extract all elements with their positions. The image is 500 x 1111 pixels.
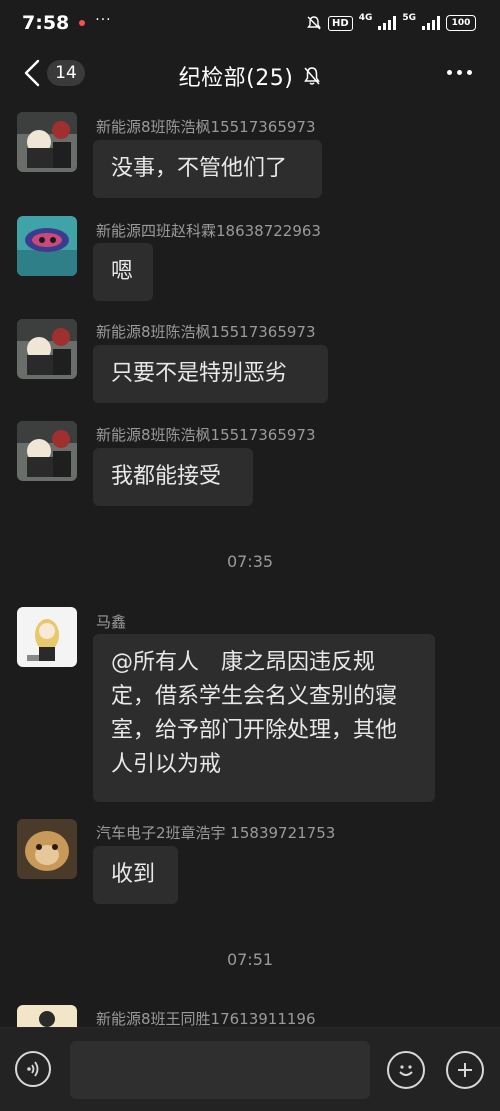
sender-name: 新能源8班陈浩枫15517365973 (96, 118, 316, 136)
voice-icon (27, 1061, 39, 1077)
more-options-button[interactable] (447, 70, 472, 75)
dot-icon (467, 70, 472, 75)
message-line: 人引以为戒 (111, 752, 222, 777)
smiley-icon (399, 1065, 413, 1076)
voice-input-button[interactable] (15, 1051, 51, 1087)
chat-screen: 7:58 ··· HD 4G 5G 100 14 纪检部(25) 新能源8班陈浩… (0, 0, 500, 1111)
status-right: HD 4G 5G 100 (306, 13, 476, 31)
status-left: 7:58 ··· (22, 12, 112, 34)
avatar-image-icon (17, 319, 77, 379)
avatar[interactable] (17, 421, 77, 481)
message-bubble[interactable]: 我都能接受 (93, 448, 253, 506)
avatar[interactable] (17, 1005, 77, 1027)
avatar[interactable] (17, 319, 77, 379)
more-actions-button[interactable] (446, 1051, 484, 1089)
sender-name: 新能源四班赵科霖18638722963 (96, 222, 321, 240)
timestamp: 07:51 (226, 950, 274, 969)
network-4g-label: 4G (358, 13, 373, 23)
signal-icon (378, 16, 397, 30)
sender-name: 新能源8班陈浩枫15517365973 (96, 323, 316, 341)
message-input[interactable] (70, 1041, 370, 1099)
message-line: 室，给予部门开除处理，其他 (111, 718, 398, 743)
avatar[interactable] (17, 607, 77, 667)
avatar[interactable] (17, 216, 77, 276)
avatar-image-icon (17, 421, 77, 481)
network-5g-label: 5G (402, 13, 416, 23)
notification-dot-icon (79, 20, 86, 26)
message-bubble[interactable]: 嗯 (93, 243, 153, 301)
message-bubble[interactable]: 收到 (93, 846, 178, 904)
avatar-image-icon (17, 1005, 77, 1027)
input-bar (0, 1027, 500, 1111)
chat-title-container[interactable]: 纪检部(25) (0, 60, 500, 92)
avatar-image-icon (17, 112, 77, 172)
avatar-image-icon (17, 216, 77, 276)
more-notifications-icon: ··· (95, 12, 112, 28)
plus-icon (458, 1063, 472, 1077)
hd-badge: HD (328, 15, 353, 31)
signal-icon-2 (422, 16, 440, 30)
message-line: 定，借系学生会名义查别的寝 (111, 684, 398, 709)
dot-icon (457, 70, 462, 75)
emoji-button[interactable] (387, 1051, 425, 1089)
sender-name: 新能源8班王同胜17613911196 (96, 1010, 316, 1027)
bell-muted-icon (307, 16, 321, 30)
timestamp: 07:35 (226, 552, 274, 571)
message-line: @所有人 康之昂因违反规 (111, 650, 376, 675)
chat-title: 纪检部(25) (178, 66, 294, 91)
avatar-image-icon (17, 819, 77, 879)
mute-bell-icon (304, 67, 321, 85)
avatar-image-icon (17, 607, 77, 667)
dot-icon (447, 70, 452, 75)
sender-name: 新能源8班陈浩枫15517365973 (96, 426, 316, 444)
status-bar: 7:58 ··· HD 4G 5G 100 (0, 0, 500, 46)
message-bubble[interactable]: 只要不是特别恶劣 (93, 345, 328, 403)
chat-header: 14 纪检部(25) (0, 46, 500, 102)
message-item: 新能源8班王同胜17613911196 (0, 1005, 500, 1027)
status-time: 7:58 (22, 12, 70, 34)
avatar[interactable] (17, 112, 77, 172)
sender-name: 马鑫 (96, 613, 127, 631)
avatar[interactable] (17, 819, 77, 879)
message-bubble[interactable]: @所有人 康之昂因违反规 定，借系学生会名义查别的寝 室，给予部门开除处理，其他… (93, 634, 435, 802)
message-bubble[interactable]: 没事，不管他们了 (93, 140, 322, 198)
battery-icon: 100 (446, 15, 476, 31)
sender-name: 汽车电子2班章浩宇 15839721753 (96, 824, 336, 842)
